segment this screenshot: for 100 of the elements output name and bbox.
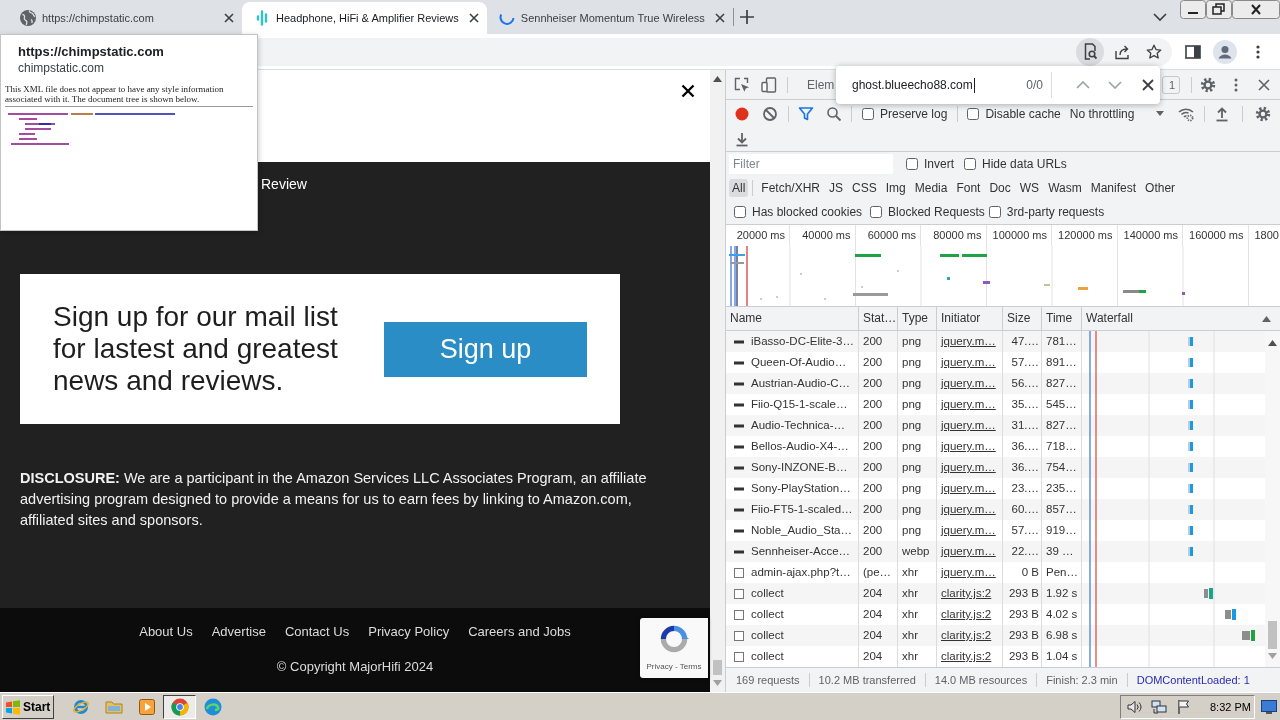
share-icon[interactable] [1114,43,1130,60]
avatar-icon[interactable] [1213,39,1237,64]
initiator-link[interactable]: jquery.m… [941,419,996,431]
scroll-up-arrow-icon[interactable] [1268,340,1277,346]
column-header[interactable]: Initiator [937,307,1003,330]
close-icon[interactable] [714,13,725,23]
filter-icon[interactable] [798,105,814,122]
side-panel-icon[interactable] [1185,43,1201,60]
type-filter[interactable]: CSS [849,179,880,197]
initiator-link[interactable]: jquery.m… [941,377,996,389]
initiator-link[interactable]: jquery.m… [941,566,996,578]
type-filter[interactable]: Media [911,179,951,197]
clear-icon[interactable] [762,105,778,122]
initiator-link[interactable]: jquery.m… [941,524,996,536]
clock-text[interactable]: 8:32 PM [1210,700,1251,713]
scroll-up-arrow-icon[interactable] [713,76,722,82]
initiator-link[interactable]: clarity.js:2 [941,650,992,662]
request-row[interactable]: Audio-Technica-… 200 png jquery.m… 31.… 827… [726,415,1082,436]
request-row[interactable]: Sony-INZONE-B… 200 png jquery.m… 36.… 754… [726,457,1082,478]
column-header[interactable]: Waterfall [1082,307,1280,330]
type-filter[interactable]: WS [1016,179,1043,197]
checkbox-label[interactable]: 3rd-party requests [1006,205,1105,219]
initiator-link[interactable]: jquery.m… [941,398,996,410]
initiator-link[interactable]: jquery.m… [941,335,996,347]
taskbar-button[interactable] [163,694,196,719]
type-filter[interactable]: Font [953,179,984,197]
scroll-thumb[interactable] [713,660,722,675]
initiator-link[interactable]: clarity.js:2 [941,587,992,599]
initiator-link[interactable]: jquery.m… [941,503,996,515]
download-icon[interactable] [734,130,750,147]
checkbox[interactable] [964,158,976,170]
speaker-icon[interactable] [1126,698,1142,715]
flag-icon[interactable] [1176,698,1192,715]
initiator-link[interactable]: jquery.m… [941,545,996,557]
type-filter[interactable]: Doc [986,179,1014,197]
browser-tab[interactable]: https://chimpstatic.com [8,2,242,34]
footer-link[interactable]: Careers and Jobs [468,624,571,640]
column-header[interactable]: Size [1003,307,1042,330]
checkbox-label[interactable]: Invert [924,157,954,171]
network-conditions-icon[interactable] [1178,105,1195,122]
type-filter[interactable]: Manifest [1087,179,1140,197]
browser-tab[interactable]: Sennheiser Momentum True Wireless [486,2,733,34]
request-row[interactable]: Fiio-FT5-1-scaled… 200 png jquery.m… 60.… 857… [726,499,1082,520]
type-filter[interactable]: Img [882,179,909,197]
checkbox[interactable] [862,107,874,120]
type-filter[interactable]: Other [1142,179,1179,197]
close-icon[interactable] [224,13,234,23]
footer-link[interactable]: About Us [139,624,193,640]
settings-icon[interactable] [1255,105,1272,122]
initiator-link[interactable]: clarity.js:2 [941,608,992,620]
checkbox-label[interactable]: Hide data URLs [982,157,1067,171]
type-filter[interactable]: All [729,179,749,197]
previous-match-icon[interactable] [1076,81,1090,89]
type-filter[interactable]: Wasm [1045,179,1085,197]
record-icon[interactable] [734,105,750,122]
checkbox-label[interactable]: Preserve log [880,106,948,121]
find-in-page-icon[interactable] [1076,37,1104,66]
new-tab-icon[interactable] [739,10,754,24]
browser-tab[interactable]: Headphone, HiFi & Amplifier Reviews [242,2,487,34]
close-icon[interactable] [1142,79,1154,91]
upload-icon[interactable] [1214,105,1231,122]
start-button[interactable]: Start [2,694,54,719]
footer-link[interactable]: Contact Us [284,624,350,640]
checkbox[interactable] [906,158,918,170]
find-field[interactable]: ghost.blueecho88.com [846,72,1021,98]
initiator-link[interactable]: clarity.js:2 [941,629,992,641]
close-window-icon[interactable] [1232,0,1280,19]
signup-button[interactable]: Sign up [384,321,587,377]
initiator-link[interactable]: jquery.m… [941,440,996,452]
checkbox[interactable] [870,206,883,218]
column-header[interactable]: Stat… [859,307,898,330]
initiator-link[interactable]: jquery.m… [941,356,996,368]
checkbox[interactable] [734,206,746,218]
throttling-dropdown[interactable]: No throttling [1069,106,1165,121]
column-header[interactable]: Name [726,307,859,330]
request-row[interactable]: collect 204 xhr clarity.js:2 293 B 1.92 s [726,583,1082,604]
column-header[interactable]: Type [898,307,937,330]
privacy-terms-link[interactable]: Privacy - Terms [646,662,702,672]
checkbox-label[interactable]: Disable cache [985,106,1061,121]
request-row[interactable]: Sennheiser-Acce… 200 webp jquery.m… 22.… 39 … [726,541,1082,562]
type-filter[interactable]: Fetch/XHR [758,179,824,197]
close-icon[interactable] [468,13,479,23]
network-icon[interactable] [1151,698,1167,715]
filter-field[interactable]: Filter [729,154,893,174]
settings-icon[interactable] [1200,76,1216,93]
media-player-icon[interactable] [137,697,156,716]
type-filter[interactable]: JS [826,179,847,197]
device-toolbar-icon[interactable] [761,76,777,93]
minimize-icon[interactable] [1180,0,1206,19]
request-row[interactable]: collect 204 xhr clarity.js:2 293 B 6.98 s [726,625,1082,646]
issues-badge[interactable]: 1 [1162,75,1180,94]
checkbox-label[interactable]: Has blocked cookies [752,205,863,219]
request-row[interactable]: iBasso-DC-Elite-3… 200 png jquery.m… 47.… 781… [726,331,1082,352]
search-icon[interactable] [826,105,842,122]
initiator-link[interactable]: jquery.m… [941,461,996,473]
close-icon[interactable] [681,84,695,98]
show-desktop-icon[interactable] [1261,699,1277,714]
request-row[interactable]: Austrian-Audio-C… 200 png jquery.m… 56.… 827… [726,373,1082,394]
footer-link[interactable]: Privacy Policy [368,624,450,640]
inspect-icon[interactable] [734,76,750,93]
